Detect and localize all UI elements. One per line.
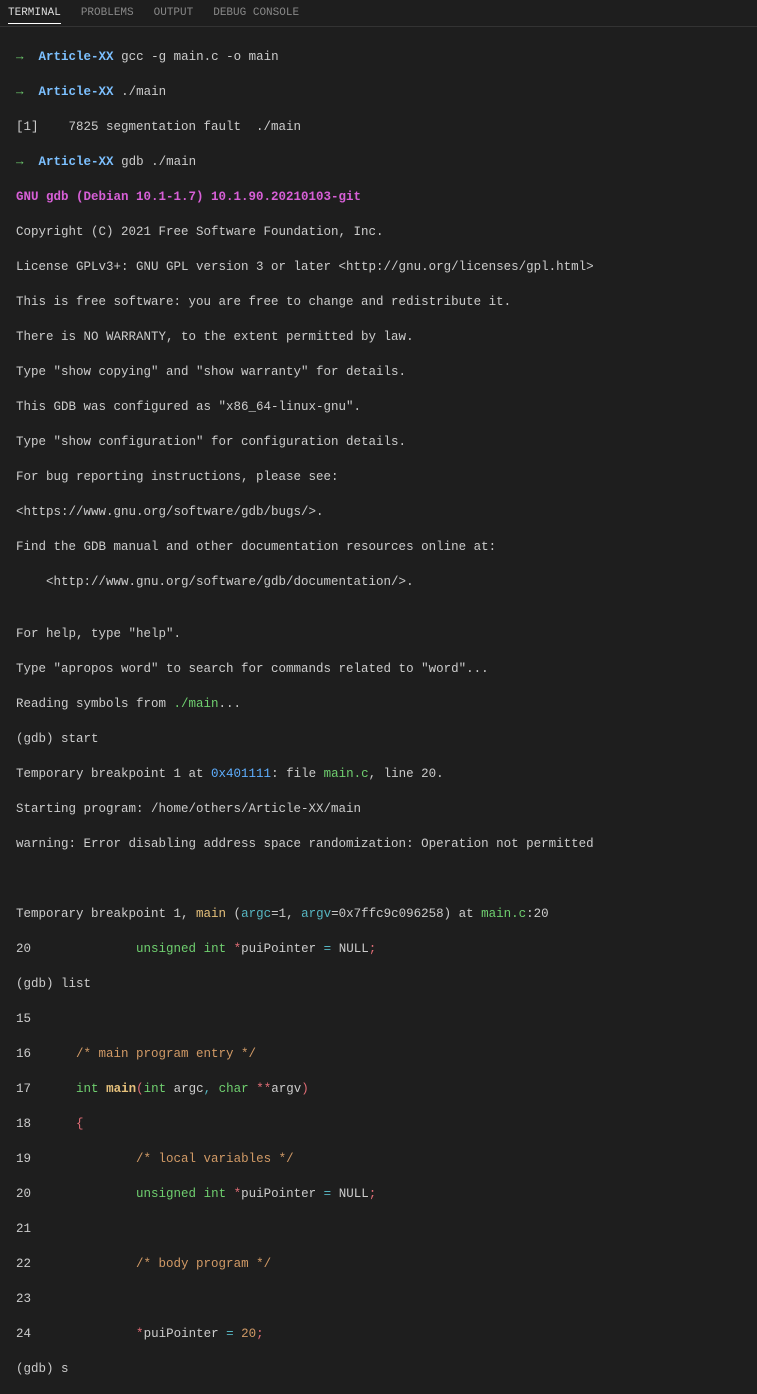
src-line-22: 22 /* body program */ xyxy=(16,1256,741,1274)
tab-problems[interactable]: PROBLEMS xyxy=(81,3,134,23)
gdb-prompt-line: (gdb) list xyxy=(16,976,741,994)
gdb-cmd-step: s xyxy=(61,1362,69,1376)
prompt-path: Article-XX xyxy=(39,50,114,64)
gdb-hit: Temporary breakpoint 1, main (argc=1, ar… xyxy=(16,906,741,924)
gdb-text: Type "show configuration" for configurat… xyxy=(16,434,741,452)
terminal-content[interactable]: → Article-XX gcc -g main.c -o main → Art… xyxy=(0,27,757,1394)
terminal-line: → Article-XX gdb ./main xyxy=(16,154,741,172)
src-line-19: 19 /* local variables */ xyxy=(16,1151,741,1169)
gdb-text: Type "show copying" and "show warranty" … xyxy=(16,364,741,382)
gdb-prompt-line: (gdb) start xyxy=(16,731,741,749)
gdb-text: For help, type "help". xyxy=(16,626,741,644)
gdb-text: <https://www.gnu.org/software/gdb/bugs/>… xyxy=(16,504,741,522)
src-line-21: 21 xyxy=(16,1221,741,1239)
src-line-17: 17 int main(int argc, char **argv) xyxy=(16,1081,741,1099)
gdb-breakpoint: Temporary breakpoint 1 at 0x401111: file… xyxy=(16,766,741,784)
gdb-text: Type "apropos word" to search for comman… xyxy=(16,661,741,679)
gdb-warning: warning: Error disabling address space r… xyxy=(16,836,741,854)
blank-line xyxy=(16,871,741,889)
gdb-cmd-list: list xyxy=(61,977,91,991)
gdb-cmd-start: start xyxy=(61,732,99,746)
segfault-msg: [1] 7825 segmentation fault ./main xyxy=(16,120,301,134)
gdb-prompt-line: (gdb) s xyxy=(16,1361,741,1379)
gdb-text: Copyright (C) 2021 Free Software Foundat… xyxy=(16,224,741,242)
src-line-15: 15 xyxy=(16,1011,741,1029)
terminal-line: → Article-XX gcc -g main.c -o main xyxy=(16,49,741,67)
cmd-compile: gcc -g main.c -o main xyxy=(121,50,279,64)
tab-debug-console[interactable]: DEBUG CONSOLE xyxy=(213,3,299,23)
tab-terminal[interactable]: TERMINAL xyxy=(8,3,61,24)
terminal-line: [1] 7825 segmentation fault ./main xyxy=(16,119,741,137)
gdb-text: <http://www.gnu.org/software/gdb/documen… xyxy=(16,574,741,592)
gdb-banner: GNU gdb (Debian 10.1-1.7) 10.1.90.202101… xyxy=(16,189,741,207)
src-line-23: 23 xyxy=(16,1291,741,1309)
src-line-20: 20 unsigned int *puiPointer = NULL; xyxy=(16,1186,741,1204)
cmd-run: ./main xyxy=(121,85,166,99)
src-line-16: 16 /* main program entry */ xyxy=(16,1046,741,1064)
gdb-text: There is NO WARRANTY, to the extent perm… xyxy=(16,329,741,347)
src-line-24: 24 *puiPointer = 20; xyxy=(16,1326,741,1344)
panel-tabs: TERMINAL PROBLEMS OUTPUT DEBUG CONSOLE xyxy=(0,0,757,27)
tab-output[interactable]: OUTPUT xyxy=(154,3,194,23)
cmd-gdb: gdb ./main xyxy=(121,155,196,169)
gdb-text: Find the GDB manual and other documentat… xyxy=(16,539,741,557)
prompt-arrow: → xyxy=(16,50,24,64)
terminal-line: → Article-XX ./main xyxy=(16,84,741,102)
gdb-text: For bug reporting instructions, please s… xyxy=(16,469,741,487)
src-line-20-top: 20 unsigned int *puiPointer = NULL; xyxy=(16,941,741,959)
gdb-text: This is free software: you are free to c… xyxy=(16,294,741,312)
gdb-starting: Starting program: /home/others/Article-X… xyxy=(16,801,741,819)
src-line-18: 18 { xyxy=(16,1116,741,1134)
gdb-reading: Reading symbols from ./main... xyxy=(16,696,741,714)
gdb-text: License GPLv3+: GNU GPL version 3 or lat… xyxy=(16,259,741,277)
gdb-text: This GDB was configured as "x86_64-linux… xyxy=(16,399,741,417)
